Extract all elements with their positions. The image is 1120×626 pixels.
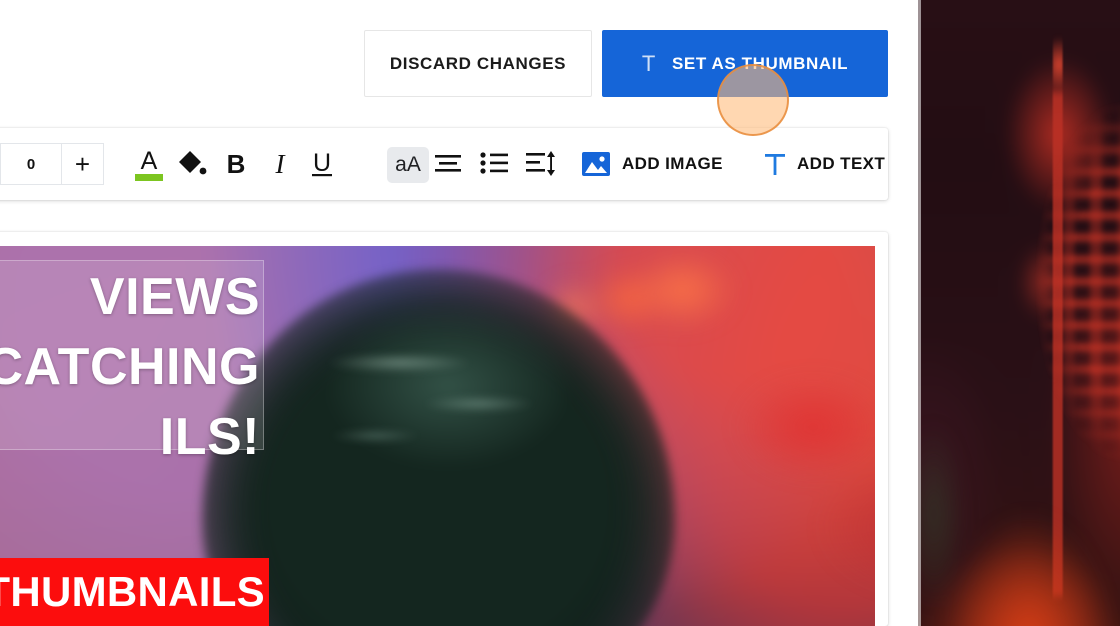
banner-line-1: THUMBNAILS xyxy=(0,568,265,615)
italic-button[interactable]: I xyxy=(260,128,300,200)
add-text-button[interactable]: ADD TEXT xyxy=(763,128,885,200)
banner-line-2: ACT VIEWERS! xyxy=(0,618,269,626)
video-preview-panel[interactable] xyxy=(918,0,1120,626)
hair-highlights xyxy=(238,299,639,528)
align-center-icon xyxy=(435,155,461,172)
discard-changes-label: DISCARD CHANGES xyxy=(389,53,567,73)
text-case-button[interactable]: aA xyxy=(387,147,429,183)
text-tool-T-icon: T xyxy=(641,50,656,76)
discard-changes-button[interactable]: DISCARD CHANGES xyxy=(364,30,592,97)
headline-line-2: CATCHING xyxy=(0,338,260,396)
red-banner-text[interactable]: THUMBNAILS ACT VIEWERS! xyxy=(0,558,269,626)
thumbnail-editor: DISCARD CHANGES T SET AS THUMBNAIL – 0 +… xyxy=(0,0,918,626)
line-spacing-icon xyxy=(526,151,555,176)
text-tool-T-icon xyxy=(765,154,785,175)
italic-icon: I xyxy=(275,149,287,179)
thumbnail-canvas[interactable]: VIEWS CATCHING ILS! THUMBNAILS ACT VIEWE… xyxy=(0,246,875,626)
line-height-button[interactable] xyxy=(518,128,564,200)
text-color-A-icon: A xyxy=(135,147,163,181)
underline-button[interactable]: U xyxy=(302,128,342,200)
bold-button[interactable]: B xyxy=(216,128,256,200)
align-button[interactable] xyxy=(426,128,470,200)
text-case-label: aA xyxy=(395,153,421,176)
add-image-button[interactable]: ADD IMAGE xyxy=(580,128,723,200)
underline-icon: U xyxy=(312,149,332,177)
preview-bottom-layer xyxy=(918,0,1120,626)
plus-icon: + xyxy=(74,148,91,179)
bulleted-list-icon xyxy=(480,152,508,174)
svg-text:U: U xyxy=(313,149,331,177)
font-size-value: 0 xyxy=(26,155,36,173)
headline-line-1: VIEWS xyxy=(89,268,260,326)
font-size-input[interactable]: 0 xyxy=(0,143,62,185)
headline-text[interactable]: VIEWS CATCHING ILS! xyxy=(0,262,260,472)
headline-line-3: ILS! xyxy=(159,408,260,466)
text-color-button[interactable]: A xyxy=(126,128,172,200)
font-size-increase-button[interactable]: + xyxy=(62,143,104,185)
list-button[interactable] xyxy=(472,128,516,200)
formatting-toolbar: – 0 + A B xyxy=(0,128,888,200)
paint-bucket-icon xyxy=(179,151,207,175)
font-size-stepper: – 0 + xyxy=(0,143,104,185)
image-icon xyxy=(582,152,610,176)
set-as-thumbnail-button[interactable]: T SET AS THUMBNAIL xyxy=(602,30,888,97)
fill-color-button[interactable] xyxy=(168,128,214,200)
add-image-label: ADD IMAGE xyxy=(622,154,723,173)
set-as-thumbnail-label: SET AS THUMBNAIL xyxy=(671,53,849,73)
bold-icon: B xyxy=(227,149,246,179)
add-text-label: ADD TEXT xyxy=(797,154,886,173)
panel-left-edge xyxy=(918,0,921,626)
svg-text:B: B xyxy=(227,149,246,179)
svg-text:A: A xyxy=(141,147,158,175)
editor-action-bar: DISCARD CHANGES T SET AS THUMBNAIL xyxy=(0,0,918,128)
svg-text:I: I xyxy=(275,149,287,179)
